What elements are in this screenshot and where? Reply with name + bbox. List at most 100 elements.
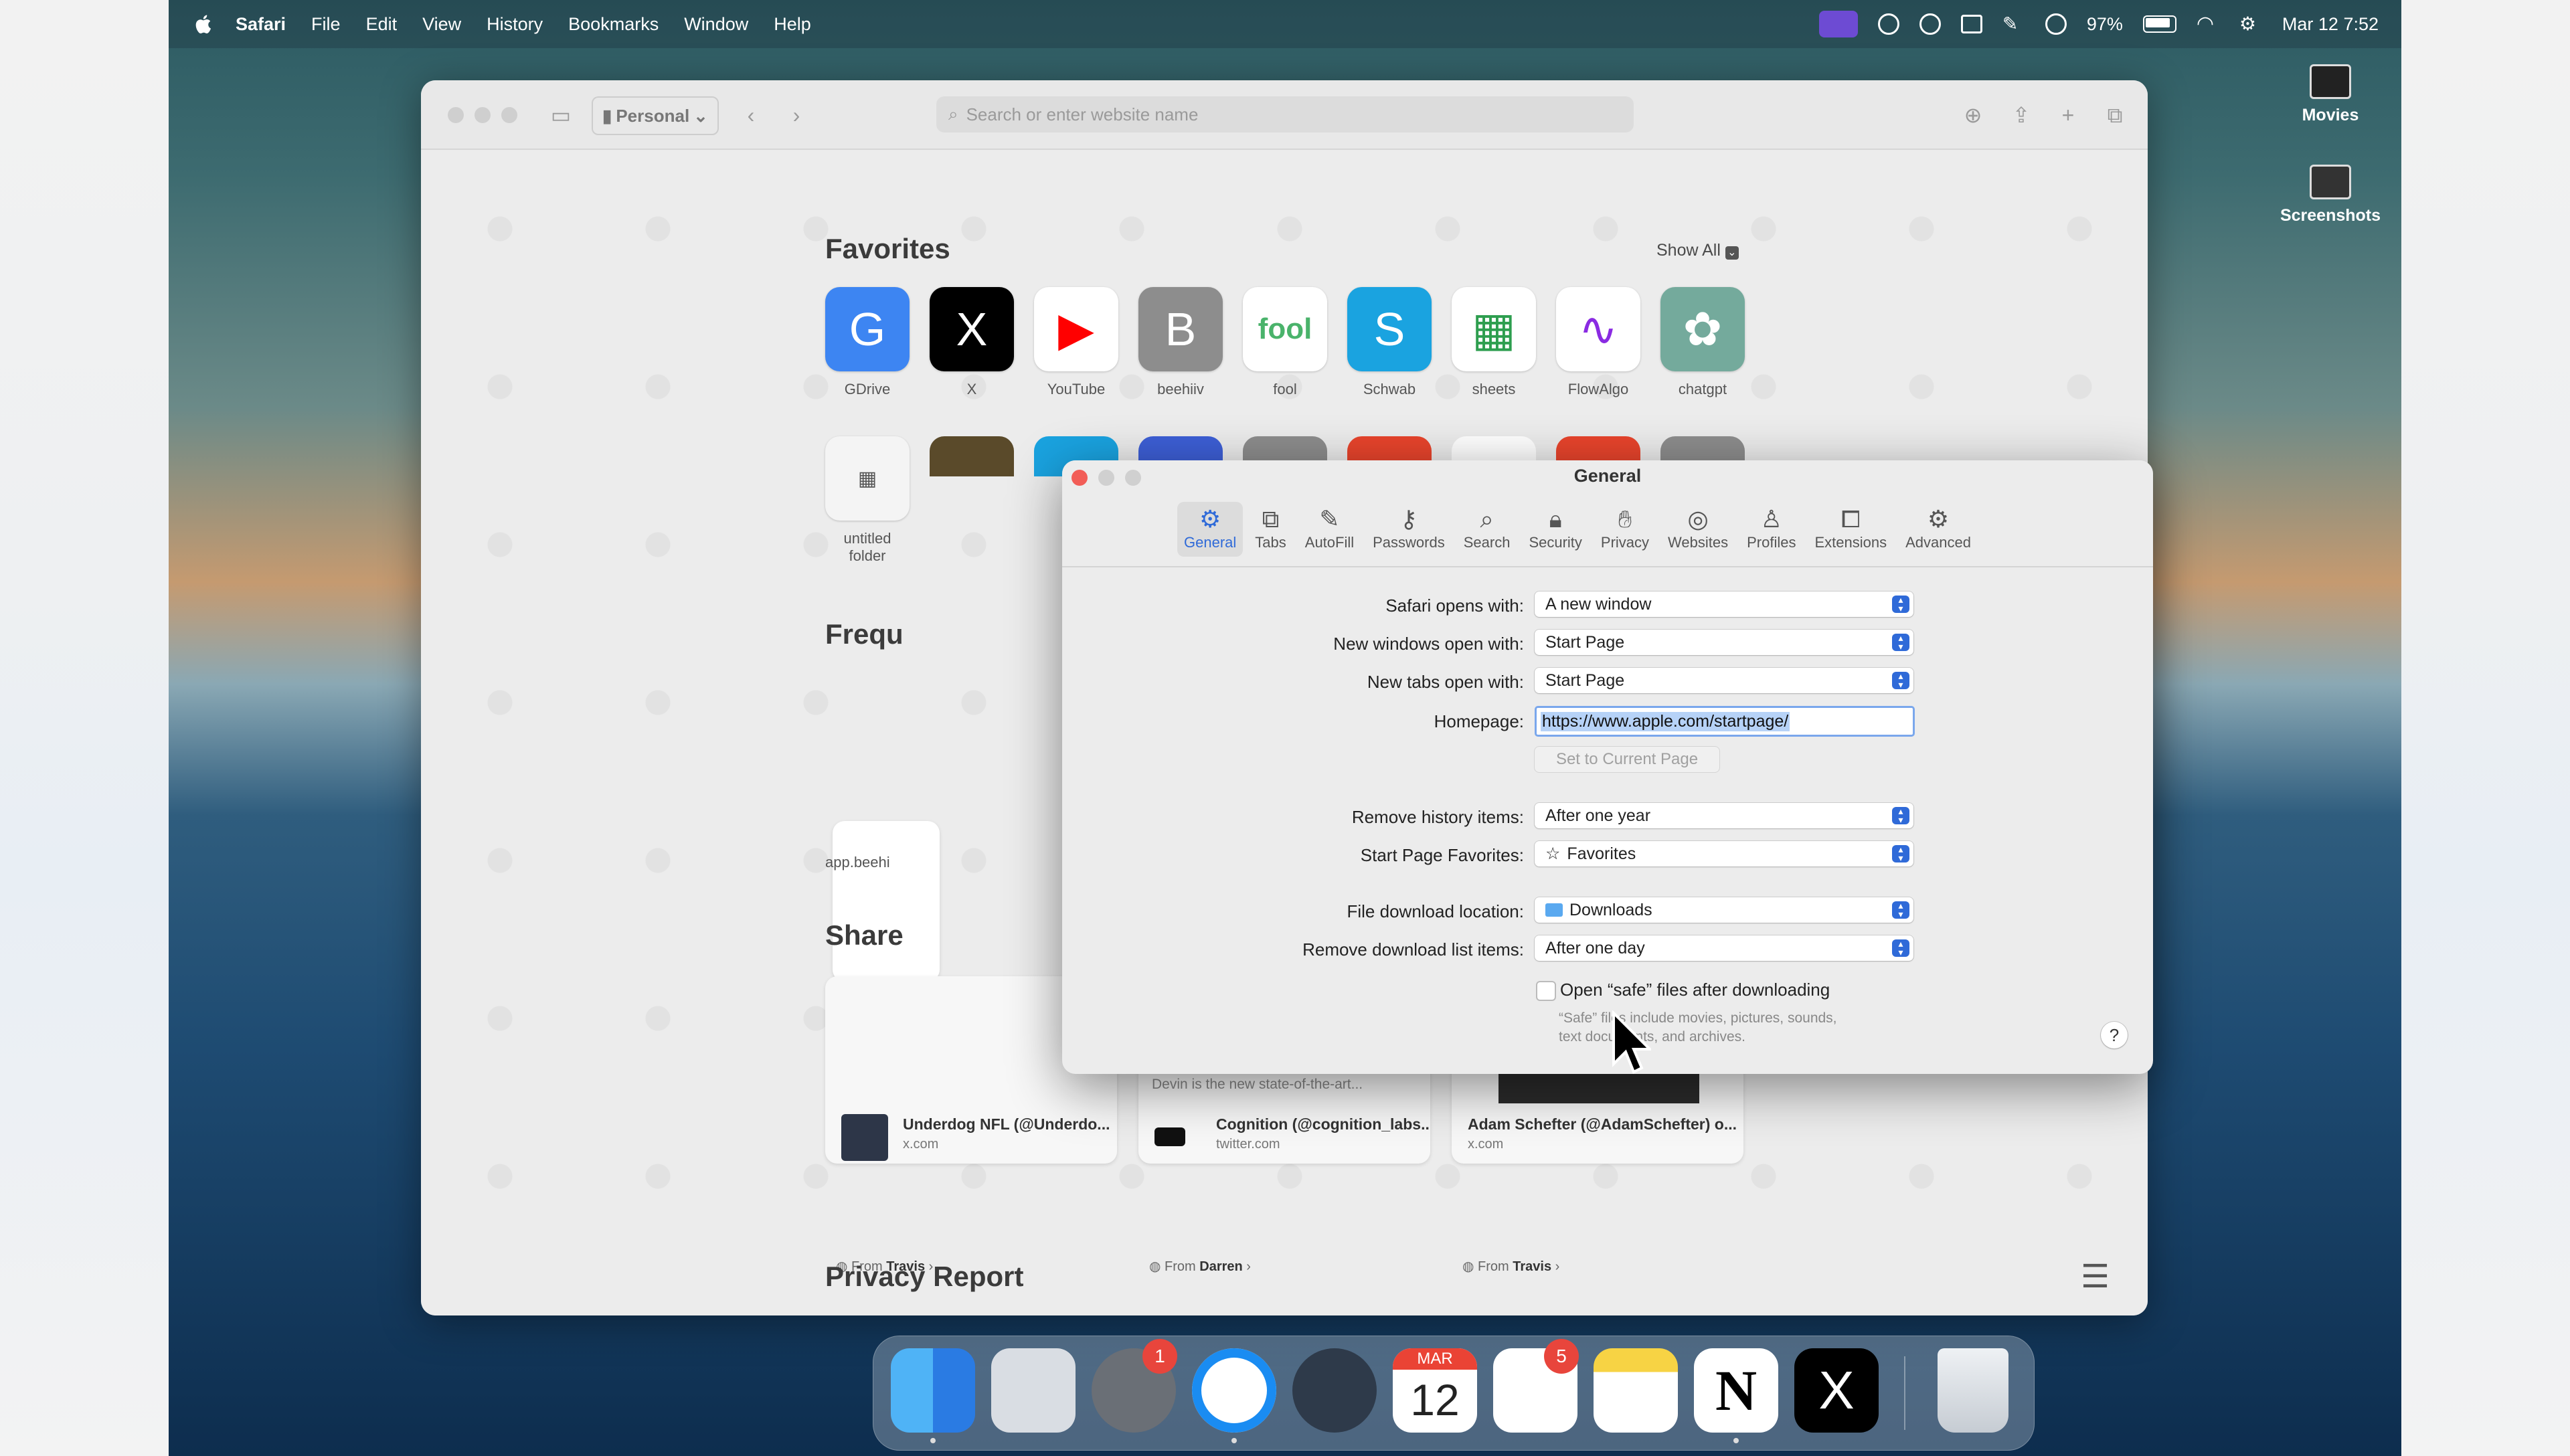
trash-icon[interactable] — [1938, 1348, 2008, 1433]
favorite-label: YouTube — [1047, 381, 1106, 397]
favorite-untitled-folder[interactable]: ▦ untitled folder — [825, 436, 910, 565]
share-icon[interactable]: ⇪ — [2008, 102, 2034, 128]
popup-arrows-icon: ▴ ▾ — [1892, 806, 1909, 824]
favorite-sheets[interactable]: ▦ sheets — [1452, 287, 1536, 398]
window-minimize-button[interactable] — [475, 107, 491, 123]
beehiiv-icon: B — [1138, 287, 1223, 371]
favorite-youtube[interactable]: ▶ YouTube — [1034, 287, 1118, 398]
folder-icon — [2310, 64, 2351, 99]
profile-button[interactable]: ▮ Personal ⌄ — [592, 96, 719, 135]
customize-start-page-icon[interactable]: ☰ — [2081, 1258, 2110, 1295]
tab-profiles[interactable]: ♙ Profiles — [1740, 502, 1802, 557]
remove-history-popup[interactable]: After one year ▴ ▾ — [1535, 803, 1913, 828]
menu-help[interactable]: Help — [774, 14, 811, 35]
record-icon[interactable] — [1919, 13, 1941, 35]
finder-icon[interactable] — [891, 1348, 975, 1433]
downloads-icon[interactable]: ⊕ — [1960, 102, 1986, 128]
tab-privacy[interactable]: ✋︎ Privacy — [1594, 502, 1656, 557]
running-indicator — [930, 1438, 936, 1443]
shared-from-2[interactable]: ◍ From Darren › — [1149, 1258, 1251, 1275]
menu-history[interactable]: History — [487, 14, 543, 35]
shared-from-3[interactable]: ◍ From Travis › — [1462, 1258, 1559, 1275]
safari-opens-with-popup[interactable]: A new window ▴ ▾ — [1535, 592, 1913, 617]
tab-security[interactable]: 🔒︎ Security — [1522, 502, 1588, 557]
tab-search[interactable]: ⌕ Search — [1457, 502, 1517, 557]
set-to-current-page-button[interactable]: Set to Current Page — [1535, 747, 1719, 772]
favorite-schwab[interactable]: S Schwab — [1347, 287, 1432, 398]
desktop-icon-screenshots[interactable]: Screenshots — [2277, 165, 2384, 225]
tab-label: Profiles — [1747, 534, 1796, 551]
tab-tabs[interactable]: ⧉ Tabs — [1248, 502, 1292, 557]
menu-bookmarks[interactable]: Bookmarks — [568, 14, 659, 35]
menu-window[interactable]: Window — [684, 14, 748, 35]
wifi-icon[interactable]: ◠ — [2197, 13, 2219, 35]
menu-view[interactable]: View — [422, 14, 461, 35]
new-tab-icon[interactable]: + — [2055, 102, 2081, 128]
from-prefix: From — [1478, 1259, 1509, 1274]
homepage-field[interactable]: https://www.apple.com/startpage/ — [1535, 706, 1915, 737]
tab-label: Tabs — [1255, 534, 1286, 551]
sidebar-toggle-icon[interactable]: ▭ — [548, 102, 574, 128]
favorite-gdrive[interactable]: G GDrive — [825, 287, 910, 398]
safari-icon[interactable] — [1192, 1348, 1276, 1433]
address-bar[interactable]: ⌕ Search or enter website name — [936, 96, 1634, 132]
show-all-button[interactable]: Show All ⌄ — [1656, 241, 1739, 260]
tab-advanced[interactable]: ⚙ Advanced — [1899, 502, 1978, 557]
tab-label: Search — [1463, 534, 1511, 551]
new-tabs-popup[interactable]: Start Page ▴ ▾ — [1535, 668, 1913, 693]
pen-icon[interactable]: ✎ — [2002, 13, 2025, 35]
new-windows-popup[interactable]: Start Page ▴ ▾ — [1535, 630, 1913, 655]
tab-autofill[interactable]: ✎ AutoFill — [1298, 502, 1361, 557]
play-icon[interactable] — [2045, 13, 2067, 35]
menu-file[interactable]: File — [311, 14, 341, 35]
launchpad-icon[interactable] — [991, 1348, 1076, 1433]
screen-sharing-icon[interactable] — [1818, 11, 1858, 37]
presentation-icon[interactable] — [1960, 15, 1982, 33]
menu-edit[interactable]: Edit — [366, 14, 398, 35]
tabs-icon: ⧉ — [1262, 505, 1280, 533]
status-icon-1[interactable] — [1877, 13, 1899, 35]
notion-icon[interactable]: N — [1694, 1348, 1778, 1433]
popup-arrows-icon: ▴ ▾ — [1892, 844, 1909, 862]
settings-tabs: ⚙ General ⧉ Tabs ✎ AutoFill ⚷ Passwords ⌕ Sea… — [1177, 502, 1983, 557]
from-name: Darren — [1199, 1259, 1243, 1274]
favorite-x[interactable]: X X — [930, 287, 1014, 398]
notes-icon[interactable] — [1594, 1348, 1678, 1433]
setting-label: Homepage: — [1434, 711, 1524, 731]
tab-overview-icon[interactable]: ⧉ — [2102, 102, 2128, 128]
x-app-icon[interactable]: X — [1794, 1348, 1879, 1433]
forward-icon[interactable]: › — [784, 102, 809, 128]
battery-icon[interactable] — [2142, 15, 2176, 33]
help-button[interactable]: ? — [2101, 1022, 2128, 1049]
back-icon[interactable]: ‹ — [738, 102, 764, 128]
calendar-icon[interactable]: MAR 12 — [1393, 1348, 1477, 1433]
popup-arrows-icon: ▴ ▾ — [1892, 671, 1909, 689]
frequent-tile[interactable] — [833, 821, 940, 982]
open-safe-files-label[interactable]: Open “safe” files after downloading — [1560, 980, 1830, 1000]
download-location-popup[interactable]: Downloads ▴ ▾ — [1535, 897, 1913, 923]
window-close-button[interactable] — [448, 107, 464, 123]
favorite-beehiiv[interactable]: B beehiiv — [1138, 287, 1223, 398]
control-center-icon[interactable]: ⚙ — [2239, 13, 2262, 35]
avatar — [841, 1114, 888, 1161]
start-page-favorites-popup[interactable]: ☆ Favorites ▴ ▾ — [1535, 841, 1913, 867]
window-zoom-button[interactable] — [501, 107, 517, 123]
lock-icon: 🔒︎ — [1549, 505, 1562, 533]
favorite-flowalgo[interactable]: ∿ FlowAlgo — [1556, 287, 1640, 398]
apple-menu-icon[interactable] — [193, 13, 216, 35]
tab-extensions[interactable]: ⧠ Extensions — [1808, 502, 1893, 557]
tab-passwords[interactable]: ⚷ Passwords — [1366, 502, 1452, 557]
remove-downloads-popup[interactable]: After one day ▴ ▾ — [1535, 935, 1913, 961]
tab-general[interactable]: ⚙ General — [1177, 502, 1244, 557]
quicktime-icon[interactable] — [1292, 1348, 1377, 1433]
desktop-icon-movies[interactable]: Movies — [2277, 64, 2384, 125]
menu-clock[interactable]: Mar 12 7:52 — [2282, 14, 2379, 35]
favorite-chatgpt[interactable]: ✿ chatgpt — [1660, 287, 1745, 398]
menu-app-safari[interactable]: Safari — [236, 14, 286, 35]
fool-icon: fool — [1243, 287, 1327, 371]
favorite-label: chatgpt — [1678, 381, 1727, 397]
tab-websites[interactable]: ◎ Websites — [1661, 502, 1735, 557]
favorite-fool[interactable]: fool fool — [1243, 287, 1327, 398]
open-safe-files-checkbox[interactable] — [1536, 981, 1556, 1001]
favorite-tile-hidden[interactable] — [930, 436, 1014, 476]
